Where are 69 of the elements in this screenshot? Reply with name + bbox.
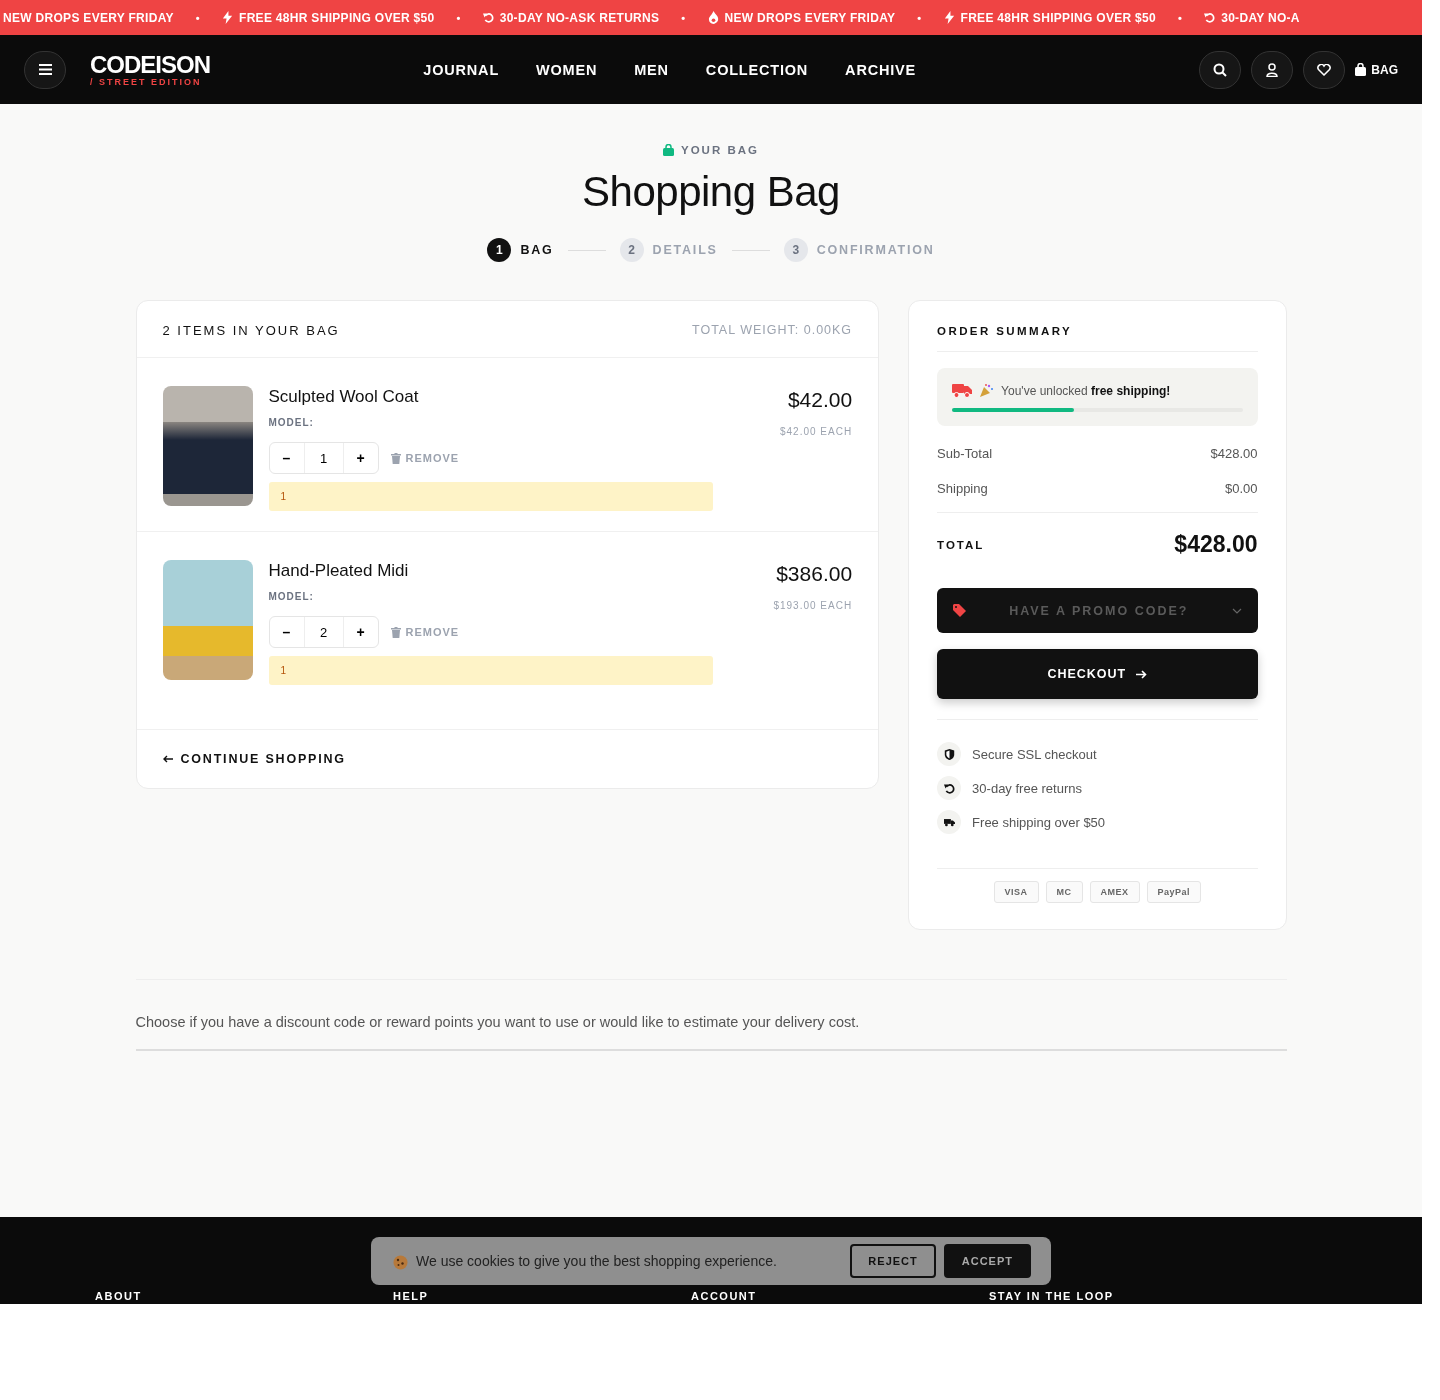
payment-method: VISA bbox=[993, 881, 1039, 903]
announcement-text: FREE 48HR SHIPPING OVER $50 bbox=[239, 10, 435, 25]
nav-link[interactable]: COLLECTION bbox=[705, 61, 809, 78]
logo-tagline: / STREET EDITION bbox=[90, 76, 203, 87]
model-label: MODEL: bbox=[268, 417, 315, 428]
separator-dot: • bbox=[456, 11, 461, 24]
unit-price: $193.00 EACH bbox=[773, 600, 853, 611]
summary-label: Shipping bbox=[937, 481, 988, 496]
continue-shopping-link[interactable]: CONTINUE SHOPPING bbox=[136, 730, 372, 788]
checkout-step: 3 CONFIRMATION bbox=[783, 238, 935, 262]
unit-price: $42.00 EACH bbox=[779, 426, 853, 437]
model-label: MODEL: bbox=[268, 591, 315, 602]
total-label: TOTAL bbox=[937, 538, 985, 551]
nav-link[interactable]: ARCHIVE bbox=[845, 61, 916, 78]
announcement-text: NEW DROPS EVERY FRIDAY bbox=[724, 10, 896, 25]
summary-label: Sub-Total bbox=[937, 446, 993, 461]
payment-method: AMEX bbox=[1089, 881, 1140, 903]
perk-text: Secure SSL checkout bbox=[972, 746, 1097, 762]
reject-button[interactable]: REJECT bbox=[850, 1244, 936, 1278]
announcement-text: NEW DROPS EVERY FRIDAY bbox=[3, 10, 174, 25]
quantity-field[interactable]: 1 bbox=[303, 443, 344, 473]
checkout-button[interactable]: CHECKOUT bbox=[937, 649, 1258, 699]
cookie-message: We use cookies to give you the best shopping experience. bbox=[416, 1253, 778, 1269]
payment-method: PayPal bbox=[1146, 881, 1202, 903]
discount-note: Choose if you have a discount code or reward points you want to use or would like to estimate your delivery cost. bbox=[135, 979, 1287, 1051]
separator-dot: • bbox=[681, 11, 686, 24]
page-title: Shopping Bag bbox=[582, 168, 840, 216]
footer-heading: HELP bbox=[393, 1290, 430, 1302]
nav-link[interactable]: MEN bbox=[634, 61, 669, 78]
eyebrow-label: YOUR BAG bbox=[681, 144, 759, 156]
quantity-field[interactable]: 2 bbox=[303, 617, 344, 647]
summary-title: ORDER SUMMARY bbox=[937, 325, 1258, 352]
nav-link[interactable]: WOMEN bbox=[536, 61, 598, 78]
quantity-stepper[interactable]: – 2 + bbox=[268, 616, 379, 648]
footer-heading: ACCOUNT bbox=[691, 1290, 758, 1302]
separator-dot: • bbox=[1178, 11, 1183, 24]
total-weight: TOTAL WEIGHT: 0.00KG bbox=[692, 323, 853, 338]
separator-dot: • bbox=[195, 11, 200, 24]
product-name[interactable]: Sculpted Wool Coat bbox=[268, 387, 780, 407]
increase-button[interactable]: + bbox=[343, 443, 378, 473]
item-notice: 1 bbox=[268, 656, 713, 685]
accept-button[interactable]: ACCEPT bbox=[943, 1244, 1031, 1278]
total-value: $428.00 bbox=[1174, 531, 1258, 558]
summary-value: $428.00 bbox=[1210, 446, 1258, 461]
announcement-text: 30-DAY NO-ASK RETURNS bbox=[499, 10, 660, 25]
decrease-button[interactable]: – bbox=[269, 617, 304, 647]
payment-method: MC bbox=[1045, 881, 1083, 903]
bag-button[interactable]: BAG bbox=[1355, 62, 1398, 77]
summary-value: $0.00 bbox=[1224, 481, 1258, 496]
footer-heading: ABOUT bbox=[95, 1290, 143, 1302]
free-shipping-message: You've unlocked free shipping! bbox=[1001, 383, 1171, 398]
announcement-text: 30-DAY NO-A bbox=[1221, 10, 1300, 25]
item-notice: 1 bbox=[268, 482, 713, 511]
perk-text: 30-day free returns bbox=[972, 780, 1082, 796]
item-price: $42.00 bbox=[786, 388, 853, 412]
items-count: 2 ITEMS IN YOUR BAG bbox=[162, 323, 340, 338]
quantity-stepper[interactable]: – 1 + bbox=[268, 442, 379, 474]
perk-text: Free shipping over $50 bbox=[972, 814, 1106, 830]
product-name[interactable]: Hand-Pleated Midi bbox=[268, 561, 774, 581]
announcement-text: FREE 48HR SHIPPING OVER $50 bbox=[960, 10, 1156, 25]
item-price: $386.00 bbox=[775, 562, 853, 586]
decrease-button[interactable]: – bbox=[269, 443, 304, 473]
checkout-step: 2 DETAILS bbox=[619, 238, 718, 262]
logo[interactable]: CODEISON bbox=[90, 52, 210, 77]
footer-heading: STAY IN THE LOOP bbox=[989, 1290, 1115, 1302]
increase-button[interactable]: + bbox=[343, 617, 378, 647]
separator-dot: • bbox=[917, 11, 922, 24]
nav-link[interactable]: JOURNAL bbox=[423, 61, 500, 78]
checkout-step: 1 BAG bbox=[487, 238, 554, 262]
